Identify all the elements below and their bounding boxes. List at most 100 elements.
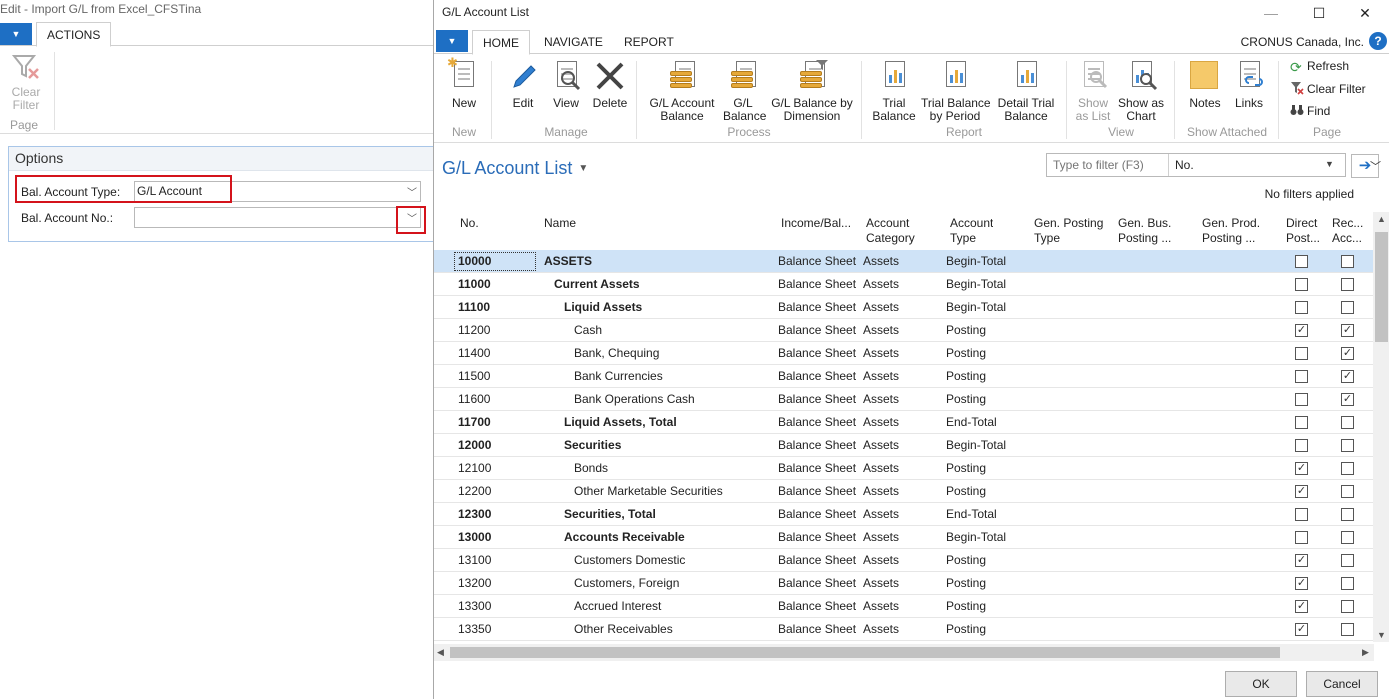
vertical-scroll-thumb[interactable] xyxy=(1375,232,1388,342)
direct-posting-checkbox[interactable]: ✓ xyxy=(1295,324,1308,337)
horizontal-scrollbar[interactable]: ◀ ▶ xyxy=(434,644,1374,661)
direct-posting-checkbox[interactable] xyxy=(1295,508,1308,521)
find-button[interactable]: Find xyxy=(1290,103,1330,118)
direct-posting-checkbox[interactable]: ✓ xyxy=(1295,623,1308,636)
clear-filter-button-main[interactable]: Clear Filter xyxy=(1290,81,1366,96)
filter-input[interactable] xyxy=(1047,154,1169,176)
column-header-direct-posting[interactable]: Direct Post... xyxy=(1286,216,1326,246)
column-header-account-category[interactable]: Account Category xyxy=(866,216,915,246)
table-row[interactable]: 11000 Current Assets Balance Sheet Assets Be… xyxy=(434,273,1374,296)
cancel-button[interactable]: Cancel xyxy=(1306,671,1378,697)
scroll-up-icon[interactable]: ▲ xyxy=(1377,214,1386,224)
tab-actions[interactable]: ACTIONS xyxy=(36,22,112,47)
direct-posting-checkbox[interactable] xyxy=(1295,255,1308,268)
table-row[interactable]: 11400 Bank, Chequing Balance Sheet Assets Po… xyxy=(434,342,1374,365)
filter-field-value[interactable]: No. xyxy=(1175,158,1194,172)
caret-down-icon[interactable]: ▼ xyxy=(578,163,588,174)
column-header-gen-bus-posting[interactable]: Gen. Bus. Posting ... xyxy=(1118,216,1171,246)
caret-down-icon[interactable]: ▼ xyxy=(1325,159,1334,169)
tab-navigate[interactable]: NAVIGATE xyxy=(544,30,603,55)
table-row[interactable]: 12200 Other Marketable Securities Balance … xyxy=(434,480,1374,503)
table-row[interactable]: 13100 Customers Domestic Balance Sheet Asse… xyxy=(434,549,1374,572)
bal-account-no-field[interactable]: ﹀ xyxy=(134,207,421,228)
table-row[interactable]: 13300 Accrued Interest Balance Sheet Assets… xyxy=(434,595,1374,618)
reconciliation-checkbox[interactable] xyxy=(1341,462,1354,475)
reconciliation-checkbox[interactable] xyxy=(1341,416,1354,429)
reconciliation-checkbox[interactable]: ✓ xyxy=(1341,370,1354,383)
trial-balance-button[interactable]: Trial Balance xyxy=(872,59,916,123)
vertical-scrollbar[interactable]: ▲ ▼ xyxy=(1373,212,1389,642)
direct-posting-checkbox[interactable]: ✓ xyxy=(1295,462,1308,475)
column-header-gen-posting-type[interactable]: Gen. Posting Type xyxy=(1034,216,1103,246)
horizontal-scroll-thumb[interactable] xyxy=(450,647,1280,658)
reconciliation-checkbox[interactable] xyxy=(1341,531,1354,544)
close-button[interactable]: ✕ xyxy=(1342,2,1388,24)
tab-home[interactable]: HOME xyxy=(472,30,530,55)
direct-posting-checkbox[interactable]: ✓ xyxy=(1295,485,1308,498)
table-row[interactable]: 12300 Securities, Total Balance Sheet Asset… xyxy=(434,503,1374,526)
table-row[interactable]: 11500 Bank Currencies Balance Sheet Assets P… xyxy=(434,365,1374,388)
table-row[interactable]: 13000 Accounts Receivable Balance Sheet Ass… xyxy=(434,526,1374,549)
scroll-left-icon[interactable]: ◀ xyxy=(437,647,444,658)
reconciliation-checkbox[interactable] xyxy=(1341,554,1354,567)
reconciliation-checkbox[interactable] xyxy=(1341,485,1354,498)
direct-posting-checkbox[interactable] xyxy=(1295,370,1308,383)
direct-posting-checkbox[interactable] xyxy=(1295,531,1308,544)
column-header-name[interactable]: Name xyxy=(544,216,576,231)
company-name[interactable]: CRONUS Canada, Inc. xyxy=(1241,35,1364,49)
reconciliation-checkbox[interactable] xyxy=(1341,439,1354,452)
list-title[interactable]: G/L Account List ▼ xyxy=(442,158,588,179)
tab-report[interactable]: REPORT xyxy=(624,30,674,55)
table-row[interactable]: 11600 Bank Operations Cash Balance Sheet As… xyxy=(434,388,1374,411)
app-menu-button[interactable]: ▼ xyxy=(436,30,468,52)
table-row[interactable]: 12000 Securities Balance Sheet Assets Begin-… xyxy=(434,434,1374,457)
options-header[interactable]: Options xyxy=(9,147,437,171)
table-row[interactable]: 13350 Other Receivables Balance Sheet Asset… xyxy=(434,618,1374,641)
table-row[interactable]: 11700 Liquid Assets, Total Balance Sheet As… xyxy=(434,411,1374,434)
refresh-button[interactable]: ⟳ Refresh xyxy=(1290,59,1349,74)
links-button[interactable]: Links xyxy=(1232,59,1266,110)
reconciliation-checkbox[interactable] xyxy=(1341,255,1354,268)
column-header-gen-prod-posting[interactable]: Gen. Prod. Posting ... xyxy=(1202,216,1260,246)
table-row[interactable]: 10000 ASSETS Balance Sheet Assets Begin-Tota… xyxy=(434,250,1374,273)
table-row[interactable]: 11100 Liquid Assets Balance Sheet Assets Beg… xyxy=(434,296,1374,319)
reconciliation-checkbox[interactable] xyxy=(1341,301,1354,314)
edit-button[interactable]: Edit xyxy=(506,59,540,110)
direct-posting-checkbox[interactable]: ✓ xyxy=(1295,577,1308,590)
gl-account-balance-button[interactable]: G/L Account Balance xyxy=(648,59,716,123)
reconciliation-checkbox[interactable] xyxy=(1341,577,1354,590)
reconciliation-checkbox[interactable] xyxy=(1341,623,1354,636)
show-as-chart-button[interactable]: Show as Chart xyxy=(1118,59,1164,123)
column-header-income-balance[interactable]: Income/Bal... xyxy=(781,216,851,231)
ok-button[interactable]: OK xyxy=(1225,671,1297,697)
detail-trial-balance-button[interactable]: Detail Trial Balance xyxy=(996,59,1056,123)
scroll-down-icon[interactable]: ▼ xyxy=(1377,630,1386,640)
chevron-down-icon[interactable]: ﹀ xyxy=(407,184,417,203)
gl-balance-button[interactable]: G/L Balance xyxy=(723,59,766,123)
view-button[interactable]: View xyxy=(549,59,583,110)
clear-filter-button[interactable]: Clear Filter xyxy=(4,52,48,112)
maximize-button[interactable]: ☐ xyxy=(1296,2,1342,24)
reconciliation-checkbox[interactable]: ✓ xyxy=(1341,324,1354,337)
reconciliation-checkbox[interactable]: ✓ xyxy=(1341,393,1354,406)
direct-posting-checkbox[interactable] xyxy=(1295,439,1308,452)
notes-button[interactable]: Notes xyxy=(1188,59,1222,110)
table-row[interactable]: 12100 Bonds Balance Sheet Assets Posting ✓ xyxy=(434,457,1374,480)
reconciliation-checkbox[interactable]: ✓ xyxy=(1341,347,1354,360)
table-row[interactable]: 11200 Cash Balance Sheet Assets Posting ✓ ✓ xyxy=(434,319,1374,342)
new-button[interactable]: ✱ New xyxy=(447,56,481,110)
table-row[interactable]: 13200 Customers, Foreign Balance Sheet Asse… xyxy=(434,572,1374,595)
scroll-right-icon[interactable]: ▶ xyxy=(1362,647,1369,658)
delete-button[interactable]: Delete xyxy=(592,59,628,110)
direct-posting-checkbox[interactable] xyxy=(1295,301,1308,314)
direct-posting-checkbox[interactable] xyxy=(1295,416,1308,429)
help-icon[interactable]: ? xyxy=(1369,32,1387,50)
minimize-button[interactable]: — xyxy=(1248,2,1294,24)
direct-posting-checkbox[interactable]: ✓ xyxy=(1295,600,1308,613)
direct-posting-checkbox[interactable] xyxy=(1295,278,1308,291)
reconciliation-checkbox[interactable] xyxy=(1341,600,1354,613)
column-header-reconciliation-account[interactable]: Rec... Acc... xyxy=(1332,216,1370,246)
direct-posting-checkbox[interactable] xyxy=(1295,347,1308,360)
column-header-no[interactable]: No. xyxy=(460,216,479,231)
show-as-list-button[interactable]: Show as List xyxy=(1075,59,1111,123)
